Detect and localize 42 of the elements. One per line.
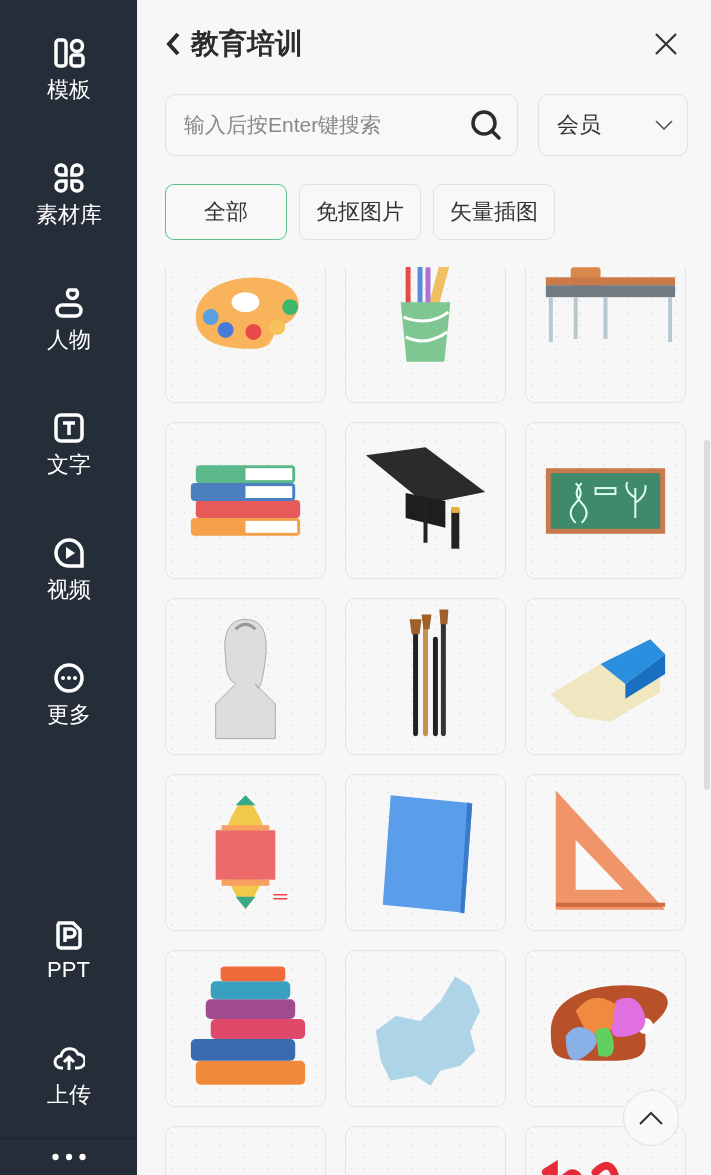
text-icon [52,411,85,444]
filter-tab[interactable]: 矢量插图 [433,184,555,240]
image-tile[interactable] [165,267,326,403]
image-tile[interactable] [345,598,506,755]
chevron-down-icon [655,120,673,130]
search-icon[interactable] [470,109,502,141]
scrollbar-thumb[interactable] [704,440,710,790]
image-tile[interactable] [165,774,326,931]
image-tile[interactable] [345,267,506,403]
template-icon [52,36,85,69]
sidebar-item[interactable]: PPT [0,888,137,1013]
panel-title: 教育培训 [191,27,304,61]
filter-tab[interactable]: 免抠图片 [299,184,421,240]
image-tile[interactable] [525,774,686,931]
assets-icon [52,161,85,194]
sidebar-item[interactable]: 人物 [0,258,137,383]
image-tile[interactable] [345,950,506,1107]
image-tile[interactable] [345,422,506,579]
video-icon [52,536,85,569]
image-tile[interactable] [525,950,686,1107]
sidebar-item[interactable]: 上传 [0,1013,137,1138]
image-tile[interactable] [165,950,326,1107]
image-tile[interactable] [165,598,326,755]
image-tile[interactable] [525,422,686,579]
sidebar-item[interactable]: 文字 [0,383,137,508]
sidebar-item[interactable]: 视频 [0,508,137,633]
image-tile[interactable] [345,774,506,931]
person-icon [52,286,85,319]
image-tile[interactable] [165,422,326,579]
membership-dropdown[interactable]: 会员 [538,94,688,156]
more-dots-icon[interactable] [50,1152,87,1162]
search-field[interactable]: 输入后按Enter键搜索 [165,94,518,156]
sidebar-item[interactable]: 素材库 [0,133,137,258]
sidebar-item[interactable]: 模板 [0,8,137,133]
sidebar-item[interactable]: 更多 [0,633,137,758]
more-icon [52,661,85,694]
image-tile[interactable] [525,598,686,755]
back-chevron-icon[interactable] [165,31,181,57]
close-icon[interactable] [655,33,677,55]
filter-tab[interactable]: 全部 [165,184,287,240]
image-tile[interactable] [525,267,686,403]
chevron-up-icon [639,1111,663,1125]
